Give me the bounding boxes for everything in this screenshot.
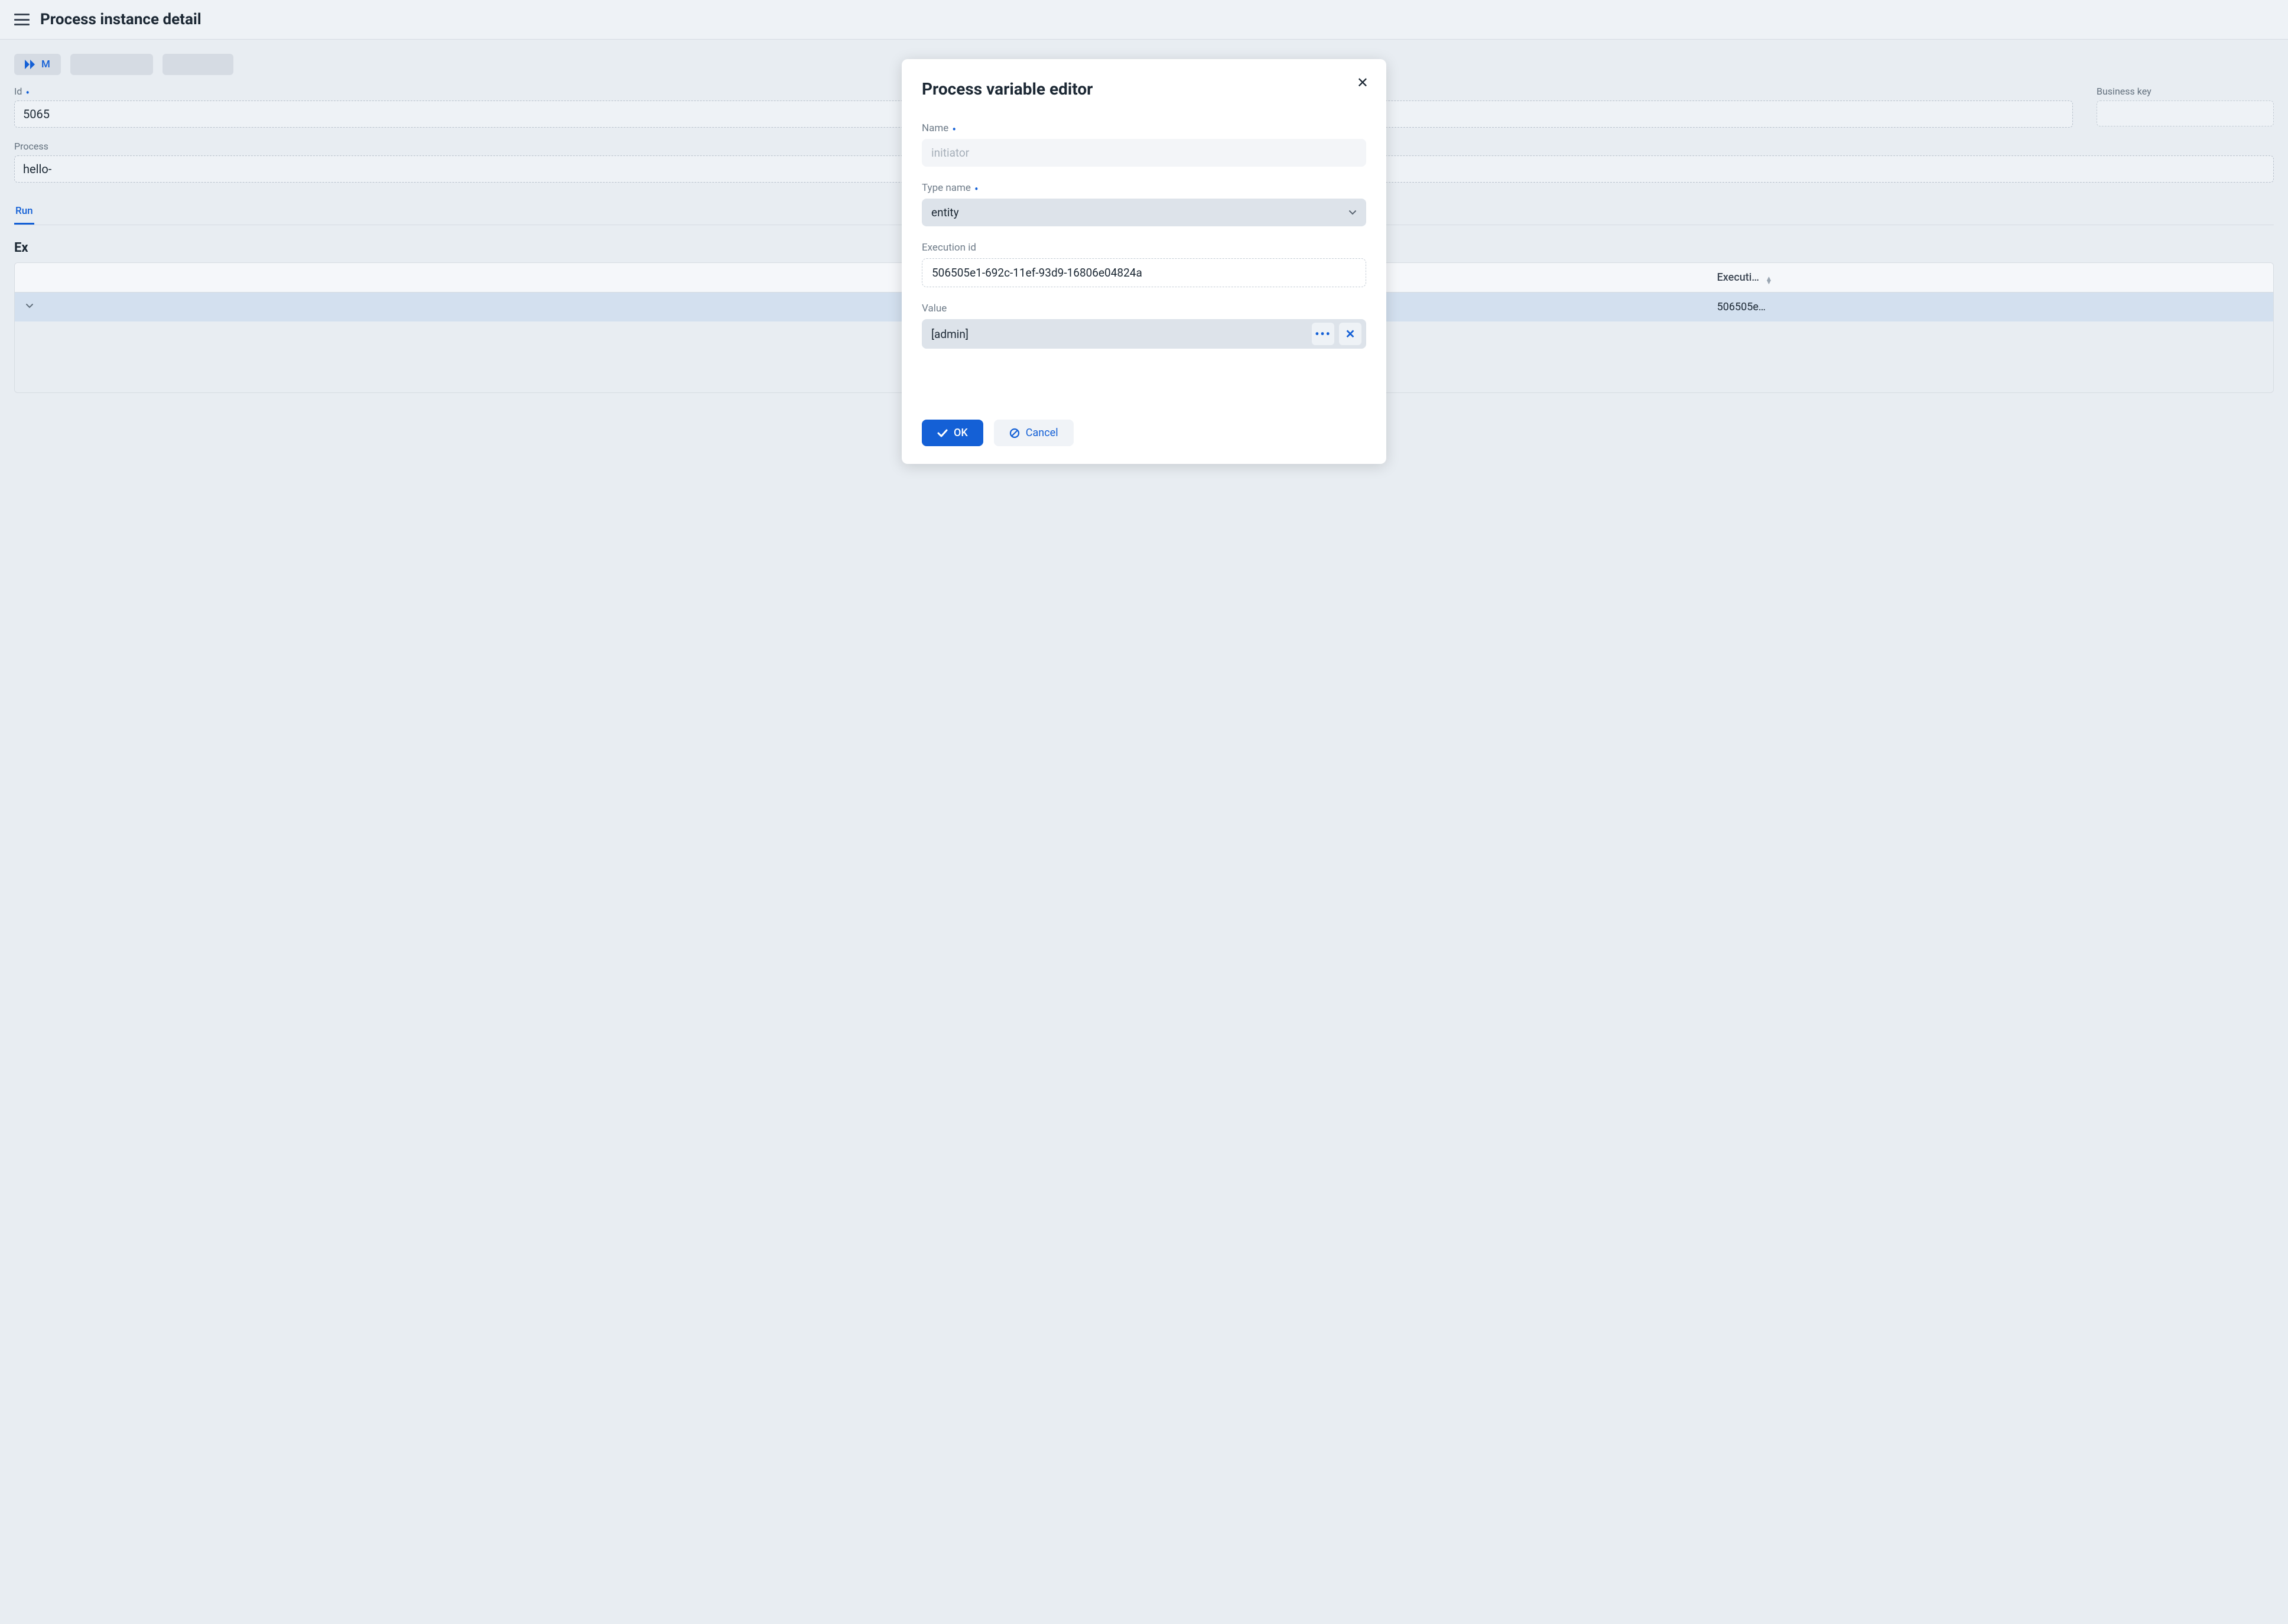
value-field: Value ••• ✕ bbox=[922, 303, 1366, 349]
name-field: Name • bbox=[922, 122, 1366, 167]
variable-editor-modal: Process variable editor ✕ Name • Type na… bbox=[902, 59, 1386, 464]
value-input-wrap: ••• ✕ bbox=[922, 319, 1366, 349]
value-clear-button[interactable]: ✕ bbox=[1339, 323, 1361, 345]
execution-id-value: 506505e1-692c-11ef-93d9-16806e04824a bbox=[922, 258, 1366, 287]
name-input bbox=[922, 139, 1366, 167]
ok-label: OK bbox=[954, 427, 968, 439]
close-icon[interactable]: ✕ bbox=[1357, 74, 1369, 91]
chevron-down-icon bbox=[1348, 209, 1357, 217]
cancel-label: Cancel bbox=[1026, 427, 1058, 439]
execution-id-field: Execution id 506505e1-692c-11ef-93d9-168… bbox=[922, 242, 1366, 287]
type-value: entity bbox=[931, 206, 959, 219]
modal-footer: OK Cancel bbox=[922, 420, 1366, 446]
ok-button[interactable]: OK bbox=[922, 420, 983, 446]
value-label: Value bbox=[922, 303, 1366, 314]
ellipsis-icon: ••• bbox=[1315, 327, 1331, 341]
type-label: Type name • bbox=[922, 182, 1366, 194]
type-select[interactable]: entity bbox=[922, 199, 1366, 226]
modal-overlay: Process variable editor ✕ Name • Type na… bbox=[0, 0, 2288, 1624]
type-field: Type name • entity bbox=[922, 182, 1366, 226]
value-input[interactable] bbox=[931, 327, 1307, 341]
name-label: Name • bbox=[922, 122, 1366, 134]
cancel-button[interactable]: Cancel bbox=[994, 420, 1074, 446]
modal-title: Process variable editor bbox=[922, 79, 1366, 99]
value-picker-button[interactable]: ••• bbox=[1312, 323, 1334, 345]
check-icon bbox=[937, 429, 948, 437]
ban-icon bbox=[1009, 428, 1020, 439]
execution-id-label: Execution id bbox=[922, 242, 1366, 254]
close-icon: ✕ bbox=[1346, 327, 1356, 341]
